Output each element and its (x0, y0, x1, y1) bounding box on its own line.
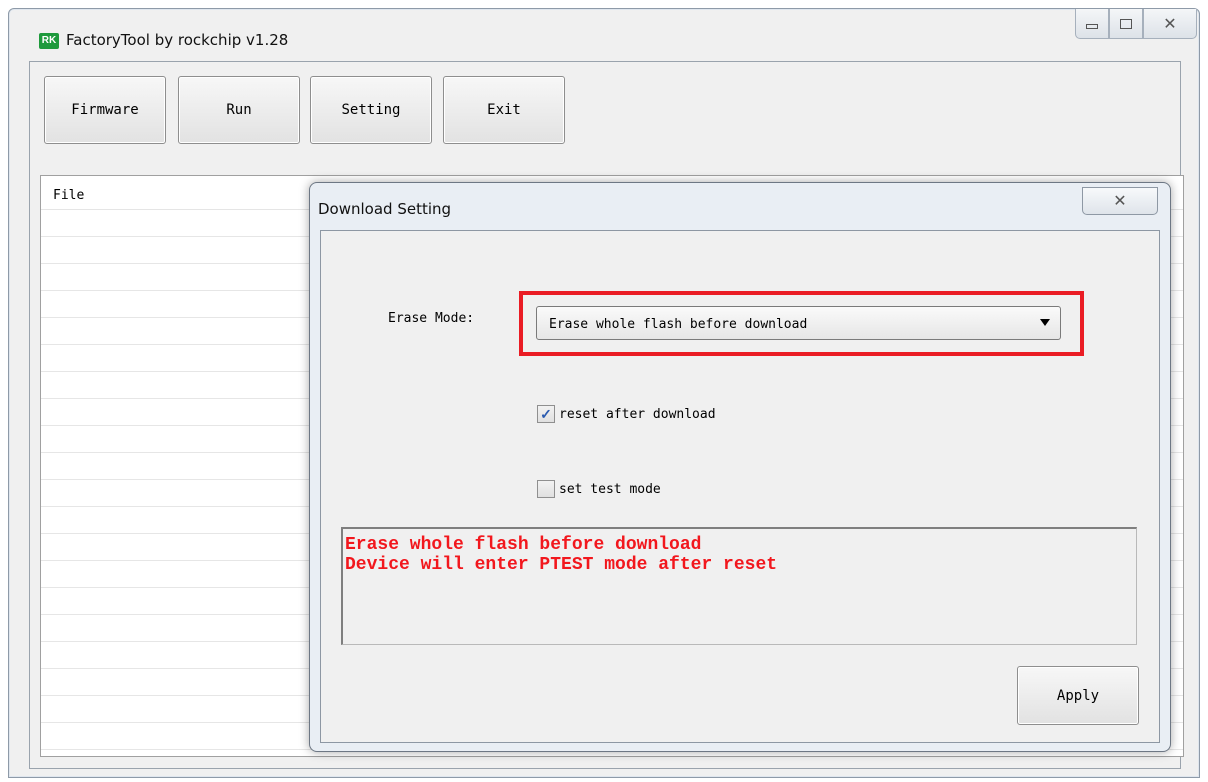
dropdown-arrow-icon (1040, 319, 1050, 326)
rk-app-icon: RK (39, 33, 59, 49)
firmware-button[interactable]: Firmware (44, 76, 166, 144)
title-bar[interactable]: RK FactoryTool by rockchip v1.28 ✕ (9, 9, 1199, 61)
close-icon: ✕ (1163, 15, 1177, 33)
minimize-button[interactable] (1075, 9, 1109, 39)
download-setting-dialog: Download Setting ✕ Erase Mode: Erase who… (309, 182, 1171, 752)
reset-after-download-option[interactable]: ✓ reset after download (537, 405, 716, 423)
close-button[interactable]: ✕ (1143, 9, 1197, 39)
dialog-title: Download Setting (318, 200, 452, 218)
reset-after-download-checkbox[interactable]: ✓ (537, 405, 555, 423)
exit-button[interactable]: Exit (443, 76, 565, 144)
dialog-close-button[interactable]: ✕ (1082, 187, 1158, 215)
set-test-mode-checkbox[interactable] (537, 480, 555, 498)
window-controls: ✕ (1075, 9, 1197, 39)
info-line: Device will enter PTEST mode after reset (345, 555, 778, 575)
run-button[interactable]: Run (178, 76, 300, 144)
set-test-mode-label: set test mode (559, 481, 661, 497)
erase-mode-select[interactable]: Erase whole flash before download (536, 306, 1061, 340)
window-title: FactoryTool by rockchip v1.28 (66, 31, 289, 49)
maximize-icon (1120, 18, 1132, 29)
setting-button[interactable]: Setting (310, 76, 432, 144)
maximize-button[interactable] (1109, 9, 1143, 39)
reset-after-download-label: reset after download (559, 406, 716, 422)
apply-button[interactable]: Apply (1017, 666, 1139, 725)
erase-mode-value: Erase whole flash before download (549, 317, 808, 332)
dialog-body: Erase Mode: Erase whole flash before dow… (320, 230, 1160, 743)
set-test-mode-option[interactable]: set test mode (537, 480, 661, 498)
minimize-icon (1086, 24, 1098, 29)
close-icon: ✕ (1113, 193, 1127, 210)
info-line: Erase whole flash before download (345, 535, 702, 555)
info-text-box: Erase whole flash before download Device… (341, 527, 1137, 645)
erase-mode-label: Erase Mode: (388, 311, 475, 326)
file-column-header[interactable]: File (53, 188, 84, 203)
